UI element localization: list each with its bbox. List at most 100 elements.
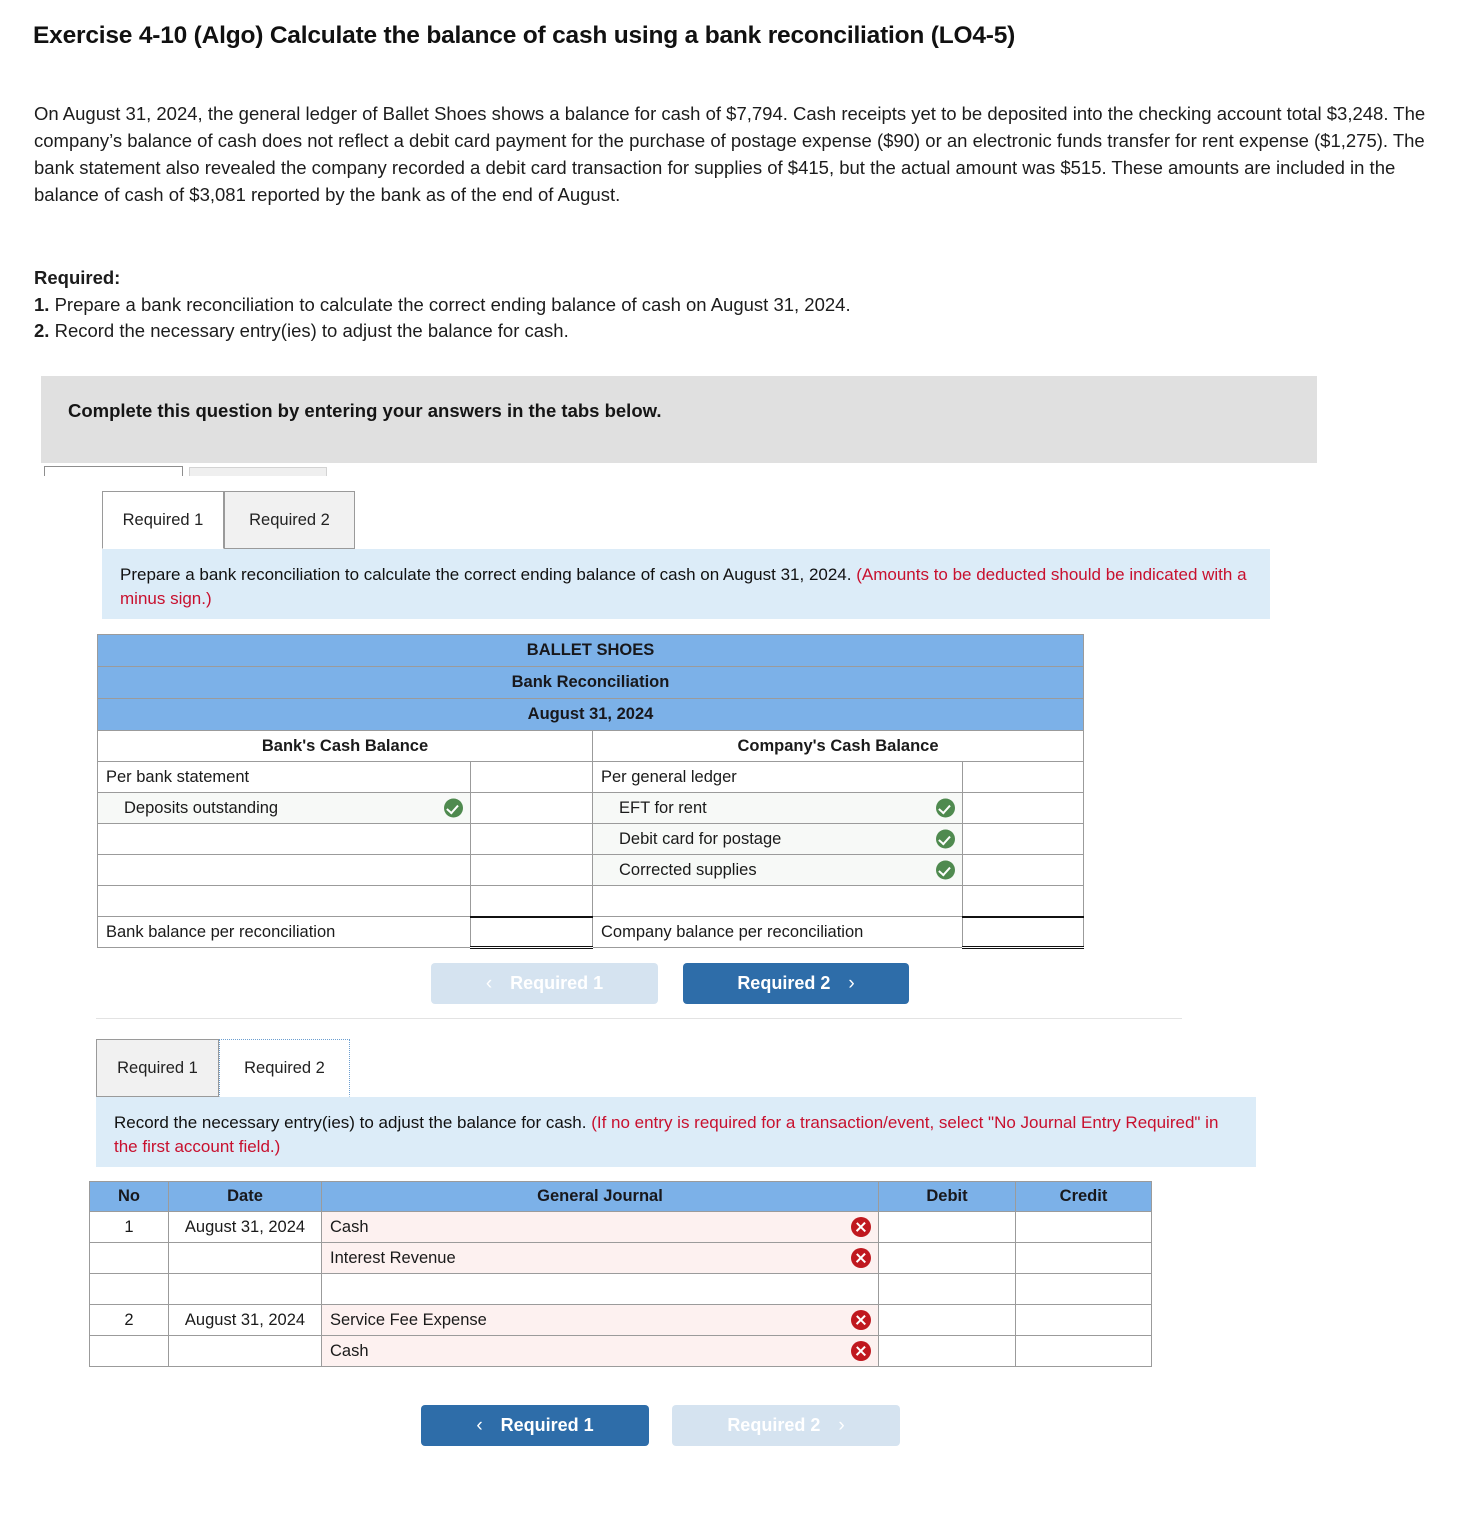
recon-statement-name: Bank Reconciliation — [97, 666, 1084, 699]
recon-row-1-left-amount[interactable] — [470, 792, 593, 824]
chevron-right-icon: › — [848, 972, 855, 994]
journal-row-1-debit[interactable] — [878, 1242, 1016, 1274]
complete-question-banner-text: Complete this question by entering your … — [68, 400, 662, 421]
recon-row-3-left-select[interactable] — [97, 854, 471, 886]
journal-row-1-credit[interactable] — [1015, 1242, 1152, 1274]
recon-title-row-1: BALLET SHOES — [97, 634, 1084, 667]
journal-row-4-credit[interactable] — [1015, 1335, 1152, 1367]
panel2-tab-required-2-label: Required 2 — [244, 1058, 325, 1077]
check-icon — [936, 798, 955, 818]
journal-row-2-date[interactable] — [168, 1273, 322, 1305]
table-row: Cash — [89, 1335, 1152, 1367]
recon-row-0-right-amount[interactable] — [962, 761, 1084, 793]
check-icon — [936, 860, 955, 880]
recon-row-1-right-select[interactable]: EFT for rent — [592, 792, 963, 824]
panel1-next-button-label: Required 2 — [737, 973, 831, 993]
recon-row-1-left-label: Deposits outstanding — [124, 798, 279, 817]
journal-row-3-account-label: Service Fee Expense — [330, 1310, 487, 1329]
journal-header-date: Date — [168, 1181, 322, 1212]
panel-divider — [96, 1018, 1182, 1019]
x-icon — [851, 1217, 871, 1237]
recon-row-0-left-label: Per bank statement — [97, 761, 471, 793]
recon-row-4-right-select[interactable] — [592, 885, 963, 917]
recon-row-2-left-select[interactable] — [97, 823, 471, 855]
required-section: Required: 1. Prepare a bank reconciliati… — [34, 265, 1234, 345]
journal-row-4-no — [89, 1335, 169, 1367]
journal-row-0-date[interactable]: August 31, 2024 — [168, 1211, 322, 1243]
recon-row-2-right-select[interactable]: Debit card for postage — [592, 823, 963, 855]
panel2-next-button[interactable]: Required 2 › — [672, 1405, 900, 1446]
requirement-item-1: 1. Prepare a bank reconciliation to calc… — [34, 292, 1234, 319]
table-row — [89, 1273, 1152, 1305]
journal-header-credit: Credit — [1015, 1181, 1152, 1212]
recon-total-right-amount[interactable] — [962, 915, 1084, 949]
journal-row-3-date[interactable]: August 31, 2024 — [168, 1304, 322, 1336]
journal-row-3-credit[interactable] — [1015, 1304, 1152, 1336]
panel2-tab-required-2[interactable]: Required 2 — [219, 1039, 350, 1097]
recon-row-1-left-select[interactable]: Deposits outstanding — [97, 792, 471, 824]
panel2-tabstrip: Required 1 Required 2 — [96, 1039, 696, 1097]
journal-row-0-debit[interactable] — [878, 1211, 1016, 1243]
recon-title-row-3: August 31, 2024 — [97, 698, 1084, 731]
recon-row-2-left-amount[interactable] — [470, 823, 593, 855]
recon-row-2-right-amount[interactable] — [962, 823, 1084, 855]
recon-row-1-right-label: EFT for rent — [619, 798, 707, 817]
journal-row-4-debit[interactable] — [878, 1335, 1016, 1367]
recon-total-left-label: Bank balance per reconciliation — [97, 916, 471, 948]
journal-row-1-no — [89, 1242, 169, 1274]
journal-row-1-date[interactable] — [168, 1242, 322, 1274]
ghost-tab-outline-1 — [44, 466, 183, 476]
table-row: 1 August 31, 2024 Cash — [89, 1211, 1152, 1243]
journal-row-3-account-select[interactable]: Service Fee Expense — [321, 1304, 879, 1336]
recon-row-1-right-amount[interactable] — [962, 792, 1084, 824]
recon-total-right-label: Company balance per reconciliation — [592, 916, 963, 948]
panel2-tab-required-1[interactable]: Required 1 — [96, 1039, 219, 1097]
recon-row-4-left-amount[interactable] — [470, 885, 593, 917]
panel2-instruction-banner: Record the necessary entry(ies) to adjus… — [96, 1097, 1256, 1167]
journal-header-row: No Date General Journal Debit Credit — [89, 1181, 1152, 1212]
panel2-prev-button[interactable]: ‹ Required 1 — [421, 1405, 649, 1446]
complete-question-banner: Complete this question by entering your … — [41, 376, 1317, 463]
recon-row-3-left-amount[interactable] — [470, 854, 593, 886]
journal-row-3-debit[interactable] — [878, 1304, 1016, 1336]
recon-row-0-left-amount[interactable] — [470, 761, 593, 793]
requirement-item-2: 2. Record the necessary entry(ies) to ad… — [34, 318, 1234, 345]
x-icon — [851, 1310, 871, 1330]
recon-row-4-left-select[interactable] — [97, 885, 471, 917]
panel1-tab-required-1-label: Required 1 — [122, 510, 204, 529]
journal-header-general-journal: General Journal — [321, 1181, 879, 1212]
recon-statement-date: August 31, 2024 — [97, 698, 1084, 731]
journal-row-0-account-select[interactable]: Cash — [321, 1211, 879, 1243]
recon-row-0: Per bank statement Per general ledger — [97, 761, 1084, 793]
panel1-tabstrip: Required 1 Required 2 — [102, 491, 702, 549]
recon-header-company-cash-balance: Company's Cash Balance — [592, 730, 1084, 762]
panel1-next-button[interactable]: Required 2 › — [683, 963, 909, 1004]
journal-row-2-credit[interactable] — [1015, 1273, 1152, 1305]
table-row: Interest Revenue — [89, 1242, 1152, 1274]
recon-row-3-right-amount[interactable] — [962, 854, 1084, 886]
recon-row-1: Deposits outstanding EFT for rent — [97, 792, 1084, 824]
chevron-left-icon: ‹ — [476, 1414, 483, 1436]
recon-total-left-amount[interactable] — [470, 915, 593, 949]
x-icon — [851, 1341, 871, 1361]
panel1-prev-button[interactable]: ‹ Required 1 — [431, 963, 658, 1004]
journal-row-2-debit[interactable] — [878, 1273, 1016, 1305]
journal-row-4-date[interactable] — [168, 1335, 322, 1367]
journal-row-4-account-select[interactable]: Cash — [321, 1335, 879, 1367]
panel2-prev-button-label: Required 1 — [500, 1415, 594, 1435]
recon-row-3: Corrected supplies — [97, 854, 1084, 886]
recon-row-3-right-select[interactable]: Corrected supplies — [592, 854, 963, 886]
journal-row-1-account-select[interactable]: Interest Revenue — [321, 1242, 879, 1274]
general-journal-table: No Date General Journal Debit Credit 1 A… — [89, 1181, 1152, 1367]
journal-row-2-no — [89, 1273, 169, 1305]
journal-row-2-account-select[interactable] — [321, 1273, 879, 1305]
journal-row-4-account-label: Cash — [330, 1341, 369, 1360]
journal-row-0-credit[interactable] — [1015, 1211, 1152, 1243]
x-icon — [851, 1248, 871, 1268]
panel1-tab-required-2[interactable]: Required 2 — [224, 491, 355, 549]
recon-row-4-right-amount[interactable] — [962, 885, 1084, 917]
panel1-tab-required-1[interactable]: Required 1 — [102, 491, 224, 549]
requirement-number-1: 1. — [34, 293, 50, 315]
journal-header-no: No — [89, 1181, 169, 1212]
table-row: 2 August 31, 2024 Service Fee Expense — [89, 1304, 1152, 1336]
